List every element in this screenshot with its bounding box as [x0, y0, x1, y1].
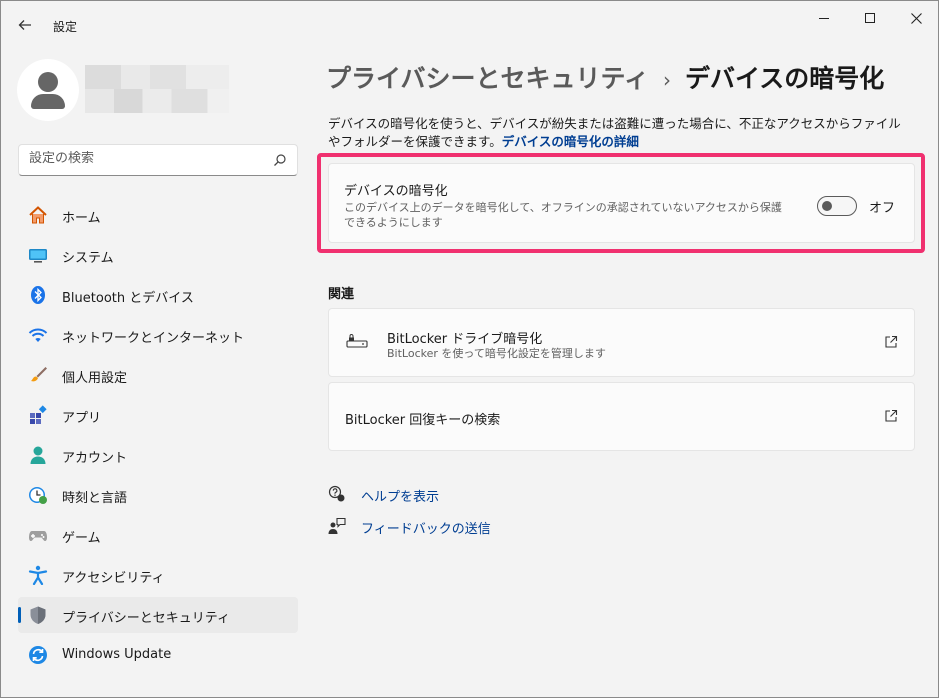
sidebar-item-windows-update[interactable]: Windows Update	[18, 637, 298, 673]
arrow-left-icon	[18, 20, 31, 30]
minimize-icon	[819, 17, 829, 19]
sidebar-item-label: ゲーム	[62, 531, 101, 546]
apps-icon	[28, 405, 48, 425]
sidebar-nav: ホーム システム Bluetooth とデバイス ネットワークとインターネット …	[18, 197, 298, 677]
breadcrumb-separator: ›	[663, 68, 672, 92]
sidebar-item-apps[interactable]: アプリ	[18, 397, 298, 433]
get-help-label: ヘルプを表示	[361, 490, 440, 505]
settings-window: 設定 ホーム システム	[0, 0, 939, 698]
sidebar-item-gaming[interactable]: ゲーム	[18, 517, 298, 553]
accessibility-icon	[28, 565, 48, 585]
wifi-icon	[28, 325, 48, 345]
sidebar-item-accessibility[interactable]: アクセシビリティ	[18, 557, 298, 593]
sidebar-item-label: Windows Update	[62, 647, 172, 662]
update-icon	[28, 645, 48, 665]
sidebar-item-label: アクセシビリティ	[62, 571, 165, 586]
sidebar-item-label: システム	[62, 251, 114, 266]
blurred-user-name	[85, 65, 229, 113]
breadcrumb: プライバシーとセキュリティ › デバイスの暗号化	[326, 59, 884, 95]
external-link-icon	[885, 409, 898, 422]
sidebar-item-label: ネットワークとインターネット	[62, 331, 245, 346]
sidebar-item-privacy-security[interactable]: プライバシーとセキュリティ	[18, 597, 298, 633]
sidebar-item-time-language[interactable]: 時刻と言語	[18, 477, 298, 513]
maximize-button[interactable]	[847, 7, 893, 29]
bitlocker-title: BitLocker ドライブ暗号化	[387, 332, 543, 347]
home-icon	[28, 205, 48, 225]
bitlocker-card[interactable]: BitLocker ドライブ暗号化 BitLocker を使って暗号化設定を管理…	[328, 308, 915, 377]
highlight-box	[317, 153, 925, 253]
recovery-key-title: BitLocker 回復キーの検索	[345, 413, 501, 428]
related-heading: 関連	[328, 287, 355, 302]
bluetooth-icon	[28, 285, 48, 305]
minimize-button[interactable]	[801, 7, 847, 29]
sidebar-item-label: 個人用設定	[62, 371, 128, 386]
account-icon	[28, 445, 48, 465]
close-icon	[910, 12, 922, 24]
help-icon	[328, 485, 345, 502]
gamepad-icon	[28, 525, 48, 545]
external-link-icon	[885, 335, 898, 348]
maximize-icon	[865, 13, 875, 23]
sidebar-item-home[interactable]: ホーム	[18, 197, 298, 233]
sidebar-item-label: アカウント	[62, 451, 128, 466]
page-title: デバイスの暗号化	[685, 64, 885, 93]
sidebar-item-personalization[interactable]: 個人用設定	[18, 357, 298, 393]
shield-icon	[28, 605, 48, 625]
sidebar-item-network[interactable]: ネットワークとインターネット	[18, 317, 298, 353]
sidebar-item-label: 時刻と言語	[62, 491, 128, 506]
back-button[interactable]	[13, 13, 37, 37]
close-button[interactable]	[893, 7, 939, 29]
breadcrumb-parent[interactable]: プライバシーとセキュリティ	[326, 64, 649, 93]
brush-icon	[28, 365, 48, 385]
sidebar-item-label: アプリ	[62, 411, 102, 426]
sidebar-item-label: Bluetooth とデバイス	[62, 291, 194, 306]
feedback-label: フィードバックの送信	[361, 522, 491, 537]
sidebar-item-bluetooth[interactable]: Bluetooth とデバイス	[18, 277, 298, 313]
search-icon[interactable]	[273, 153, 287, 167]
sidebar-item-system[interactable]: システム	[18, 237, 298, 273]
app-title: 設定	[53, 20, 78, 34]
avatar	[17, 59, 79, 121]
search-input[interactable]	[29, 151, 259, 166]
bitlocker-subtitle: BitLocker を使って暗号化設定を管理します	[387, 347, 606, 360]
page-description: デバイスの暗号化を使うと、デバイスが紛失または盗難に遭った場合に、不正なアクセス…	[328, 115, 908, 151]
time-language-icon	[28, 485, 48, 505]
sidebar-item-label: ホーム	[62, 211, 101, 226]
drive-lock-icon	[346, 334, 368, 348]
feedback-icon	[328, 517, 346, 534]
system-icon	[28, 245, 48, 265]
learn-more-link[interactable]: デバイスの暗号化の詳細	[502, 134, 639, 149]
settings-search[interactable]	[18, 144, 298, 176]
sidebar-item-label: プライバシーとセキュリティ	[62, 611, 230, 626]
recovery-key-card[interactable]: BitLocker 回復キーの検索	[328, 382, 915, 451]
title-bar: 設定	[1, 1, 938, 45]
sidebar-item-accounts[interactable]: アカウント	[18, 437, 298, 473]
